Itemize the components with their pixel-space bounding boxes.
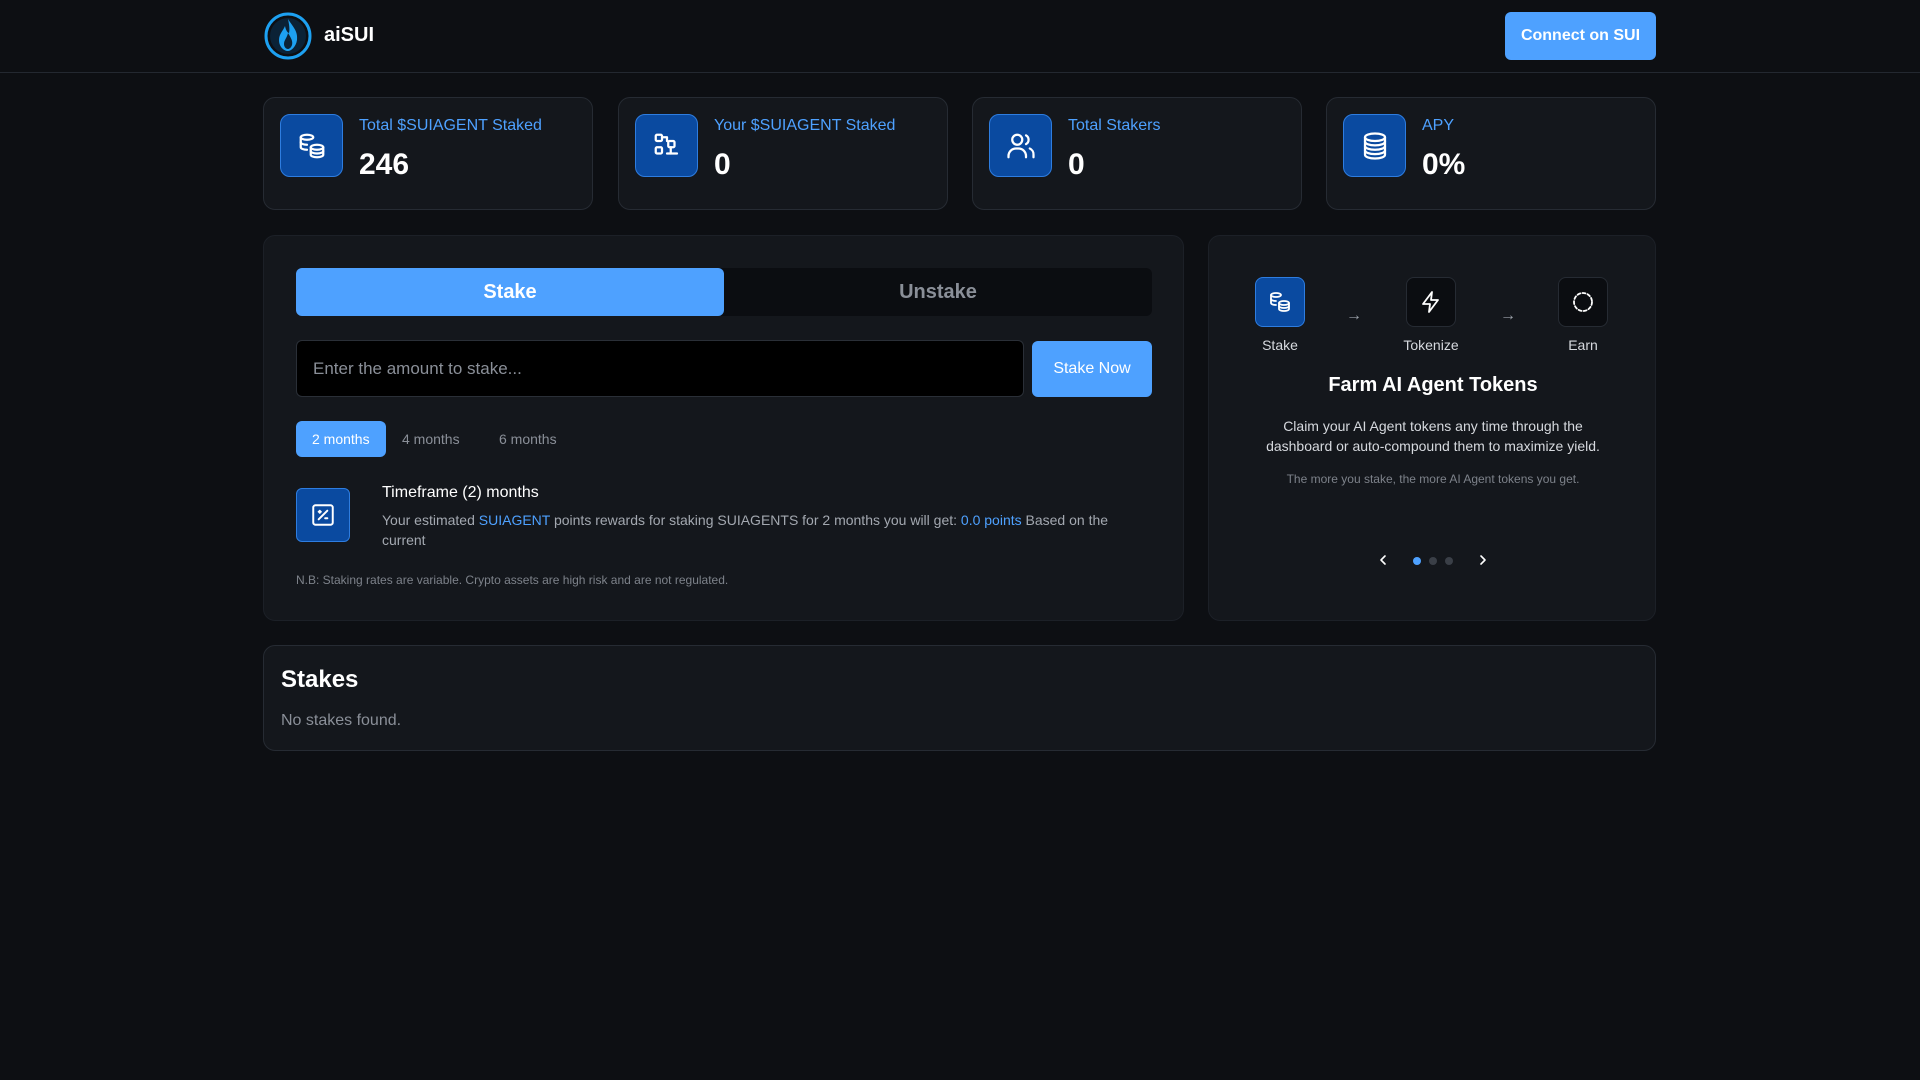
duration-option-4-months[interactable]: 4 months xyxy=(386,421,476,457)
stat-card-total-staked: Total $SUIAGENT Staked 246 xyxy=(263,97,593,210)
tab-unstake[interactable]: Unstake xyxy=(724,268,1152,316)
coins-stack-icon xyxy=(280,114,343,177)
stat-value: 0 xyxy=(714,148,731,181)
step-label-tokenize: Tokenize xyxy=(1403,337,1459,353)
stakes-empty-message: No stakes found. xyxy=(281,712,402,729)
brand-name: aiSUI xyxy=(324,24,375,46)
estimated-points: 0.0 points xyxy=(960,512,1022,528)
lightning-icon xyxy=(1406,277,1456,327)
stat-value: 0 xyxy=(1068,148,1085,181)
stake-now-button[interactable]: Stake Now xyxy=(1032,341,1152,397)
token-name: SUIAGENT xyxy=(478,512,551,528)
desc-prefix: Your estimated xyxy=(382,512,479,528)
stat-label: Total $SUIAGENT Staked xyxy=(359,117,542,134)
duration-option-2-months[interactable]: 2 months xyxy=(296,421,386,457)
flame-logo-icon[interactable] xyxy=(263,11,313,61)
carousel-dot-1[interactable] xyxy=(1413,557,1421,565)
arrow-right-icon: → xyxy=(1500,307,1516,324)
percent-square-icon xyxy=(296,488,350,542)
amount-input[interactable] xyxy=(296,340,1024,397)
chevron-left-icon[interactable] xyxy=(1373,550,1393,570)
coins-stack-icon xyxy=(1255,277,1305,327)
blocks-transfer-icon xyxy=(635,114,698,177)
timeframe-title: Timeframe (2) months xyxy=(382,484,539,501)
info-title: Farm AI Agent Tokens xyxy=(1328,374,1538,396)
stat-card-apy: APY 0% xyxy=(1326,97,1656,210)
desc-middle: points rewards for staking SUIAGENTS for… xyxy=(550,512,961,528)
info-panel: Stake → Tokenize → Earn Farm AI Agent To… xyxy=(1208,235,1656,621)
step-label-stake: Stake xyxy=(1262,337,1298,353)
tab-stake[interactable]: Stake xyxy=(296,268,724,316)
info-description: Claim your AI Agent tokens any time thro… xyxy=(1266,418,1600,454)
stake-tabs: Stake Unstake xyxy=(296,268,1152,316)
stat-label: APY xyxy=(1422,117,1455,134)
stat-card-total-stakers: Total Stakers 0 xyxy=(972,97,1302,210)
stat-value: 0% xyxy=(1422,148,1466,181)
arrow-right-icon: → xyxy=(1346,307,1362,324)
stakes-title: Stakes xyxy=(281,666,359,693)
scan-coin-icon xyxy=(1558,277,1608,327)
users-icon xyxy=(989,114,1052,177)
stat-label: Your $SUIAGENT Staked xyxy=(714,117,896,134)
stat-card-your-staked: Your $SUIAGENT Staked 0 xyxy=(618,97,948,210)
connect-wallet-button[interactable]: Connect on SUI xyxy=(1505,12,1656,60)
step-label-earn: Earn xyxy=(1568,337,1598,353)
risk-note: N.B: Staking rates are variable. Crypto … xyxy=(296,573,729,587)
timeframe-description: Your estimated SUIAGENT points rewards f… xyxy=(382,510,1122,550)
duration-option-6-months[interactable]: 6 months xyxy=(483,421,573,457)
stake-panel: Stake Unstake Stake Now 2 months 4 month… xyxy=(263,235,1184,621)
top-header: aiSUI Connect on SUI xyxy=(0,0,1920,73)
database-icon xyxy=(1343,114,1406,177)
chevron-right-icon[interactable] xyxy=(1473,550,1493,570)
carousel-dot-3[interactable] xyxy=(1445,557,1453,565)
stat-label: Total Stakers xyxy=(1068,117,1161,134)
info-note: The more you stake, the more AI Agent to… xyxy=(1286,472,1580,486)
stakes-panel: Stakes No stakes found. xyxy=(263,645,1656,751)
carousel-dot-2[interactable] xyxy=(1429,557,1437,565)
stat-value: 246 xyxy=(359,148,410,181)
